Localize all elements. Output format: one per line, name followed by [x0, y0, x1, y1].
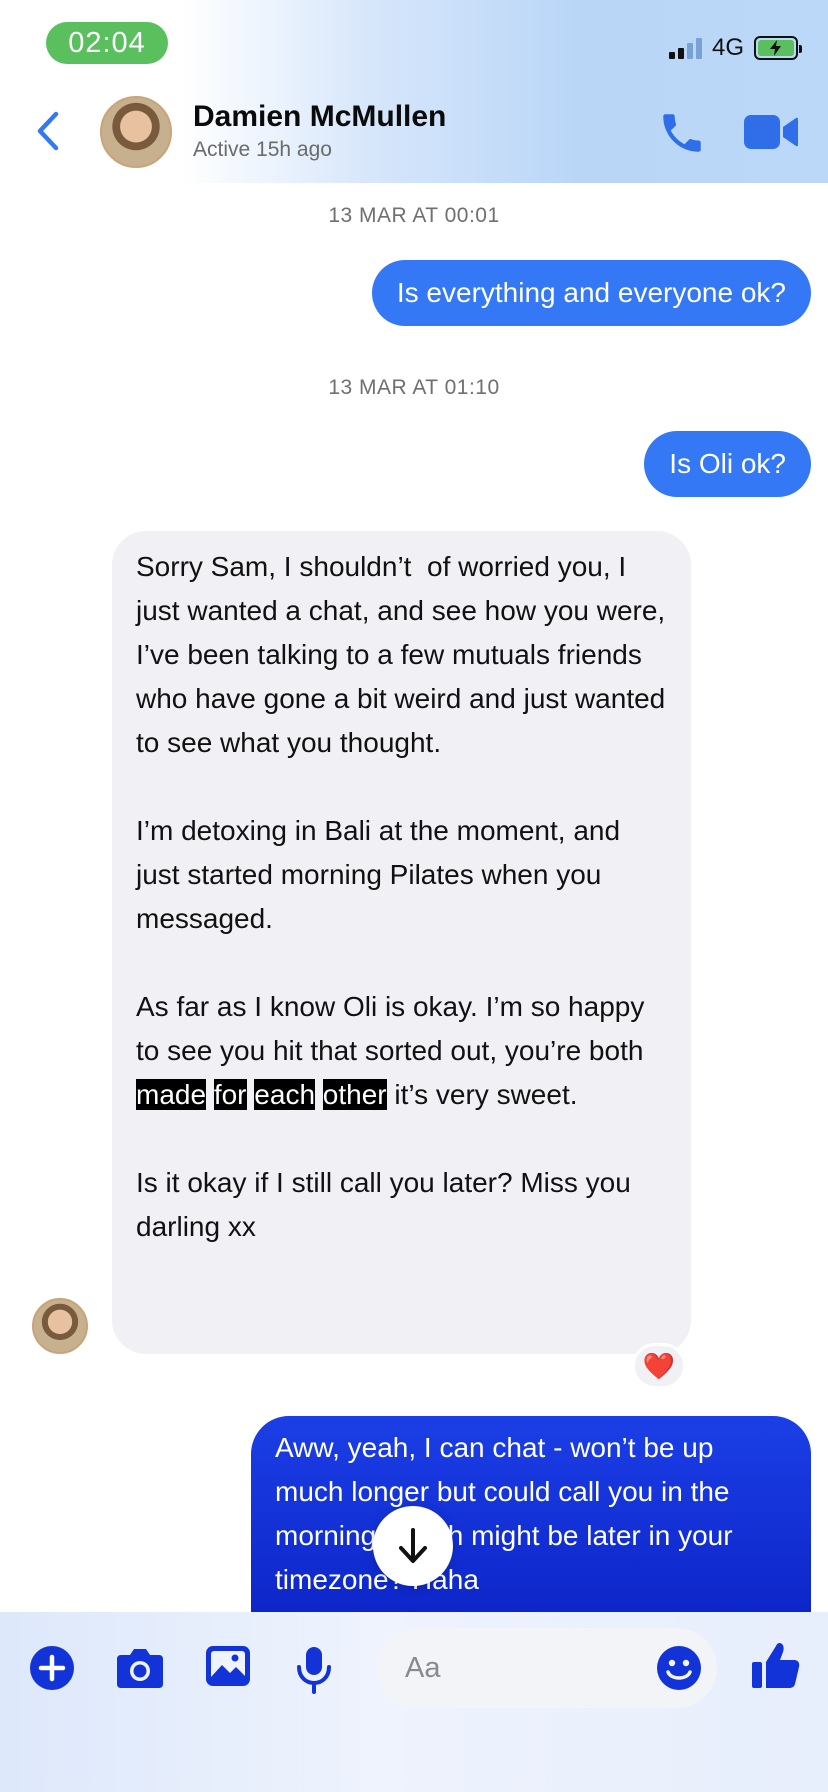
highlighted-word: other — [322, 1079, 387, 1110]
scroll-to-bottom-button[interactable] — [373, 1506, 453, 1586]
message-input[interactable] — [405, 1646, 635, 1690]
phone-icon — [663, 114, 701, 152]
voice-call-button[interactable] — [657, 108, 707, 158]
voice-message-button[interactable] — [294, 1645, 334, 1695]
thumbs-up-icon — [752, 1642, 800, 1688]
outgoing-message[interactable]: Is everything and everyone ok? — [371, 260, 811, 326]
signal-icon — [668, 37, 702, 59]
network-type: 4G — [711, 34, 744, 61]
contact-name[interactable]: Damien McMullen — [193, 100, 446, 134]
battery-icon — [754, 36, 802, 60]
contact-active-status: Active 15h ago — [193, 138, 332, 161]
message-timestamp: 13 MAR AT 00:01 — [328, 204, 500, 227]
message-paragraph: Is it okay if I still call you later? Mi… — [136, 1167, 639, 1242]
back-chevron-icon — [37, 111, 59, 151]
highlighted-word: for — [213, 1079, 247, 1110]
video-camera-icon — [744, 115, 798, 149]
like-button[interactable] — [750, 1640, 802, 1692]
sender-avatar — [32, 1298, 88, 1354]
photo-icon — [206, 1646, 250, 1686]
message-timestamp: 13 MAR AT 01:10 — [328, 376, 500, 399]
back-button[interactable] — [30, 108, 66, 154]
plus-icon — [30, 1646, 74, 1690]
more-actions-button[interactable] — [29, 1645, 75, 1695]
gallery-button[interactable] — [205, 1645, 251, 1695]
message-paragraph: I’m detoxing in Bali at the moment, and … — [136, 815, 628, 934]
outgoing-message[interactable]: Is Oli ok? — [644, 431, 811, 497]
heart-icon: ❤️ — [642, 1351, 676, 1381]
outgoing-message[interactable]: Aww, yeah, I can chat - won’t be up much… — [251, 1416, 811, 1612]
camera-icon — [117, 1649, 163, 1688]
incoming-message[interactable]: Sorry Sam, I shouldn’t of worried you, I… — [112, 531, 691, 1354]
emoji-icon — [657, 1646, 701, 1690]
message-paragraph: As far as I know Oli is okay. I’m so hap… — [136, 991, 653, 1110]
status-indicators: 4G — [668, 34, 802, 62]
heart-reaction[interactable]: ❤️ — [632, 1343, 686, 1389]
camera-button[interactable] — [115, 1645, 165, 1695]
message-paragraph: Sorry Sam, I shouldn’t of worried you, I… — [136, 551, 674, 758]
arrow-down-icon — [399, 1528, 427, 1563]
highlighted-word: each — [254, 1079, 316, 1110]
video-call-button[interactable] — [742, 112, 800, 152]
microphone-icon — [297, 1647, 331, 1694]
status-time: 02:04 — [46, 22, 168, 64]
emoji-button[interactable] — [656, 1645, 702, 1691]
highlighted-word: made — [136, 1079, 207, 1110]
contact-avatar[interactable] — [100, 96, 172, 168]
